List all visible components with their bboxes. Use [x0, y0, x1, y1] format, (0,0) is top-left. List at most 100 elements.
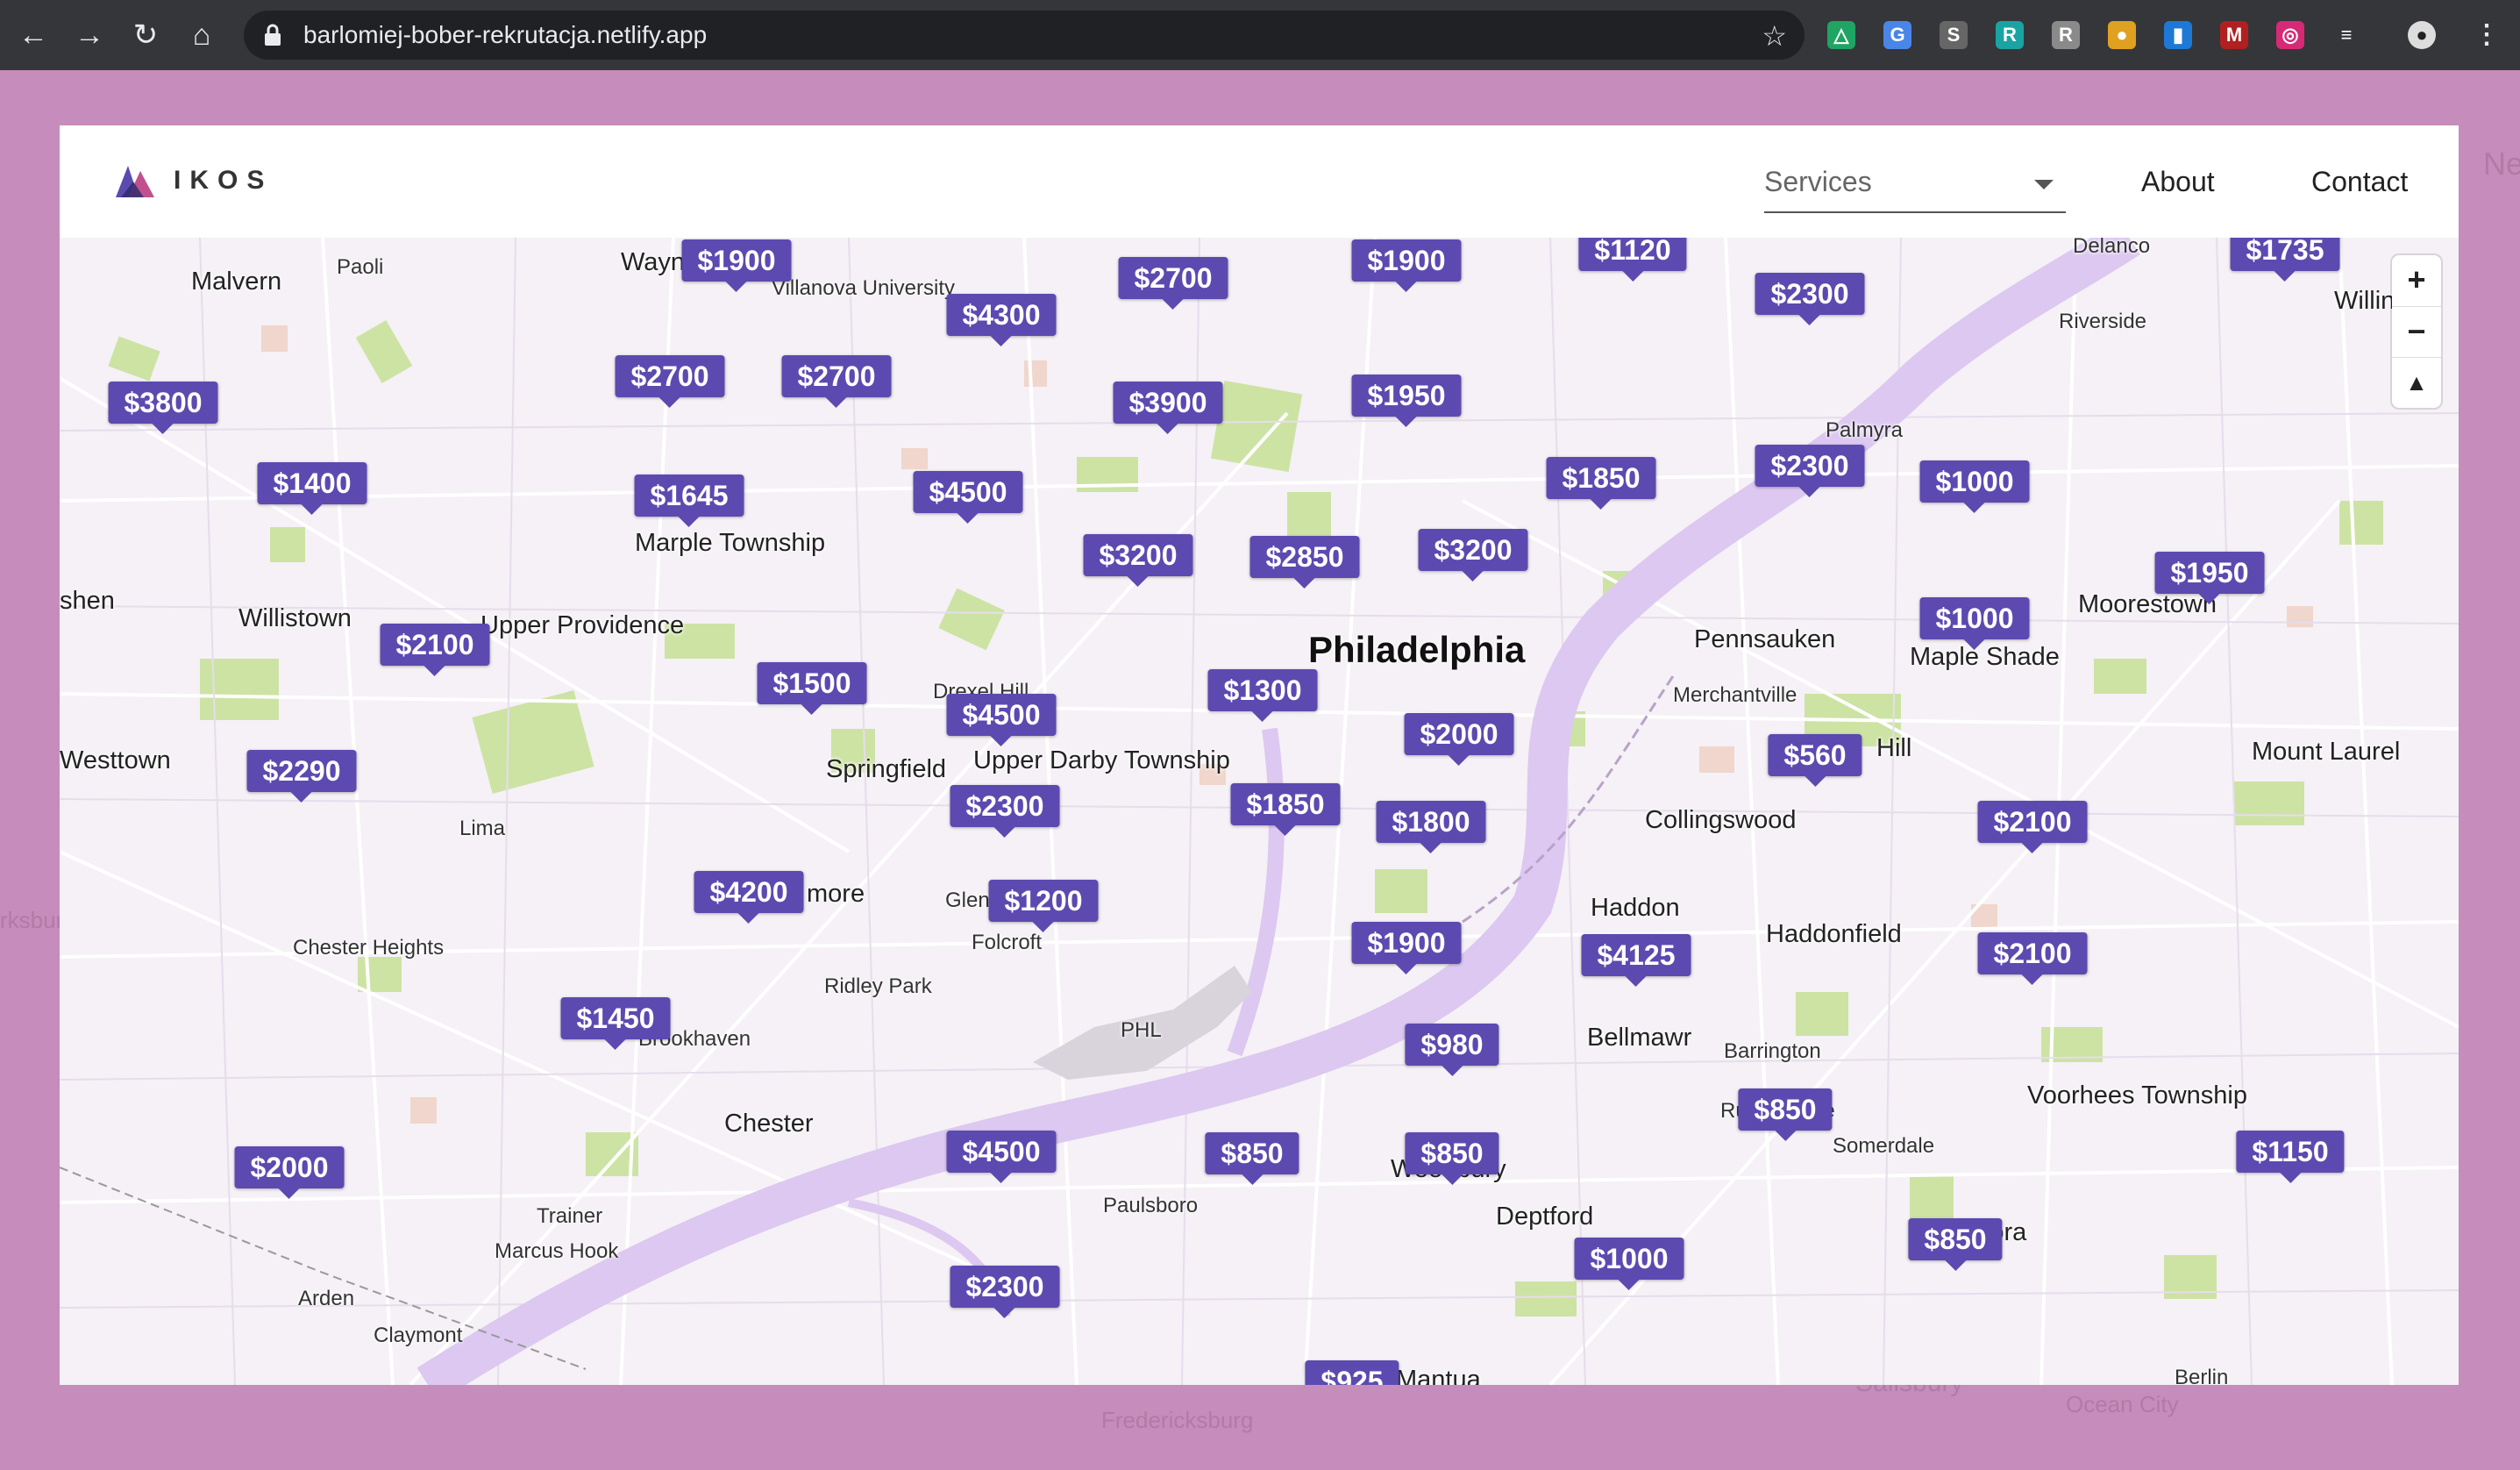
place-label: Upper Darby Township — [973, 746, 1230, 774]
place-label: Malvern — [191, 268, 282, 296]
price-marker[interactable]: $925 — [1305, 1360, 1399, 1385]
price-marker[interactable]: $1850 — [1230, 783, 1341, 836]
price-marker[interactable]: $1300 — [1207, 669, 1318, 722]
price-marker[interactable]: $1120 — [1578, 238, 1687, 282]
place-label: Marple Township — [635, 529, 826, 557]
services-label: Services — [1764, 166, 1872, 197]
price-marker[interactable]: $3200 — [1083, 534, 1193, 587]
price-marker[interactable]: $560 — [1768, 734, 1862, 787]
reload-icon[interactable]: ↻ — [130, 19, 161, 51]
menu-dots-icon[interactable]: ⋮ — [2473, 21, 2501, 49]
services-dropdown[interactable]: Services — [1764, 162, 2066, 213]
price-marker[interactable]: $850 — [1738, 1088, 1833, 1141]
price-marker[interactable]: $1450 — [560, 997, 671, 1050]
place-label: PHL — [1121, 1018, 1162, 1042]
price-marker[interactable]: $2300 — [950, 785, 1060, 838]
price-marker[interactable]: $2700 — [1118, 257, 1228, 310]
profile-avatar[interactable]: ● — [2408, 21, 2436, 49]
price-marker[interactable]: $4500 — [913, 471, 1023, 524]
about-link[interactable]: About — [2141, 166, 2215, 198]
price-marker[interactable]: $1645 — [634, 475, 744, 527]
bookmark-star-icon[interactable]: ☆ — [1762, 19, 1787, 53]
trello-icon[interactable]: ▮ — [2164, 21, 2192, 49]
contact-link[interactable]: Contact — [2311, 166, 2408, 198]
place-label: Upper Providence — [481, 611, 685, 639]
place-label: Mount Laurel — [2252, 738, 2401, 766]
price-marker[interactable]: $2100 — [1977, 932, 2088, 985]
price-marker[interactable]: $2000 — [234, 1146, 345, 1199]
drive-icon[interactable]: △ — [1827, 21, 1855, 49]
price-marker[interactable]: $1900 — [681, 239, 792, 292]
price-marker[interactable]: $1200 — [988, 880, 1099, 932]
compass-reset-button[interactable]: ▲ — [2392, 357, 2441, 407]
price-marker[interactable]: $1000 — [1574, 1238, 1684, 1290]
caret-down-icon — [2034, 180, 2054, 189]
place-label: Hill — [1876, 734, 1912, 762]
reading-list-icon[interactable]: ≡ — [2332, 21, 2360, 49]
price-marker[interactable]: $850 — [1205, 1132, 1299, 1185]
price-marker[interactable]: $4500 — [946, 1131, 1057, 1183]
price-marker[interactable]: $1900 — [1351, 922, 1462, 974]
price-marker[interactable]: $2300 — [1755, 273, 1865, 325]
manga-extension-icon[interactable]: M — [2220, 21, 2248, 49]
place-label: Palmyra — [1826, 418, 1904, 442]
r-teal-extension-icon[interactable]: R — [1996, 21, 2024, 49]
back-icon[interactable]: ← — [18, 19, 49, 51]
price-marker[interactable]: $1950 — [1351, 375, 1462, 427]
price-marker[interactable]: $2700 — [781, 355, 892, 408]
translate-icon[interactable]: G — [1883, 21, 1911, 49]
price-marker[interactable]: $1000 — [1919, 597, 2030, 650]
price-marker[interactable]: $1000 — [1919, 460, 2030, 513]
zoom-in-button[interactable]: + — [2392, 255, 2441, 304]
price-marker[interactable]: $1900 — [1351, 239, 1462, 292]
background-map-label: Fredericksburg — [1101, 1407, 1254, 1433]
place-label: Villanova University — [772, 276, 955, 300]
place-label: Trainer — [537, 1204, 603, 1228]
price-marker[interactable]: $1400 — [257, 462, 367, 515]
price-marker[interactable]: $4200 — [694, 871, 804, 924]
place-label: Merchantville — [1673, 683, 1797, 707]
price-marker[interactable]: $3200 — [1418, 529, 1528, 582]
price-marker[interactable]: $2300 — [950, 1266, 1060, 1318]
price-marker[interactable]: $2700 — [615, 355, 725, 408]
instagram-icon[interactable]: ◎ — [2276, 21, 2304, 49]
map[interactable]: Paoli Malvern Wayn Villanova University Dela… — [60, 238, 2459, 1385]
site-header: IKOS Services About Contact — [60, 125, 2459, 238]
price-marker[interactable]: $1150 — [2236, 1131, 2345, 1183]
price-marker[interactable]: $2290 — [246, 750, 357, 803]
price-marker[interactable]: $2850 — [1249, 536, 1360, 589]
price-marker[interactable]: $2100 — [380, 624, 490, 676]
price-marker[interactable]: $1500 — [757, 662, 867, 715]
price-marker[interactable]: $3800 — [108, 382, 218, 434]
place-label: Berlin — [2175, 1366, 2229, 1385]
place-label: Riverside — [2059, 310, 2147, 333]
color-wheel-icon[interactable]: ● — [2108, 21, 2136, 49]
price-marker[interactable]: $850 — [1405, 1132, 1499, 1185]
s-extension-icon[interactable]: S — [1940, 21, 1968, 49]
place-label: Collingswood — [1645, 806, 1797, 834]
place-label: Deptford — [1496, 1202, 1594, 1231]
r-gray-extension-icon[interactable]: R — [2052, 21, 2080, 49]
price-marker[interactable]: $4125 — [1581, 934, 1691, 987]
price-marker[interactable]: $2000 — [1404, 713, 1514, 766]
forward-icon[interactable]: → — [74, 19, 105, 51]
place-label: Delanco — [2073, 238, 2151, 258]
price-marker[interactable]: $4500 — [946, 694, 1057, 746]
price-marker[interactable]: $3900 — [1113, 382, 1223, 434]
logo-mark-icon — [116, 166, 154, 197]
price-marker[interactable]: $1950 — [2154, 552, 2265, 604]
price-marker[interactable]: $2300 — [1755, 445, 1865, 497]
zoom-out-button[interactable]: − — [2392, 306, 2441, 356]
price-marker[interactable]: $1735 — [2230, 238, 2340, 282]
price-marker[interactable]: $4300 — [946, 294, 1057, 346]
price-marker[interactable]: $2100 — [1977, 801, 2088, 853]
price-marker[interactable]: $980 — [1405, 1024, 1499, 1076]
price-marker[interactable]: $1800 — [1376, 801, 1486, 853]
home-icon[interactable]: ⌂ — [186, 19, 217, 51]
place-label: Paoli — [337, 255, 384, 279]
price-marker[interactable]: $850 — [1908, 1218, 2003, 1271]
place-label: Chester Heights — [293, 936, 445, 960]
price-marker[interactable]: $1850 — [1546, 457, 1656, 510]
place-label: Moorestown — [2078, 590, 2217, 618]
address-bar[interactable]: barlomiej-bober-rekrutacja.netlify.app ☆ — [244, 11, 1805, 60]
